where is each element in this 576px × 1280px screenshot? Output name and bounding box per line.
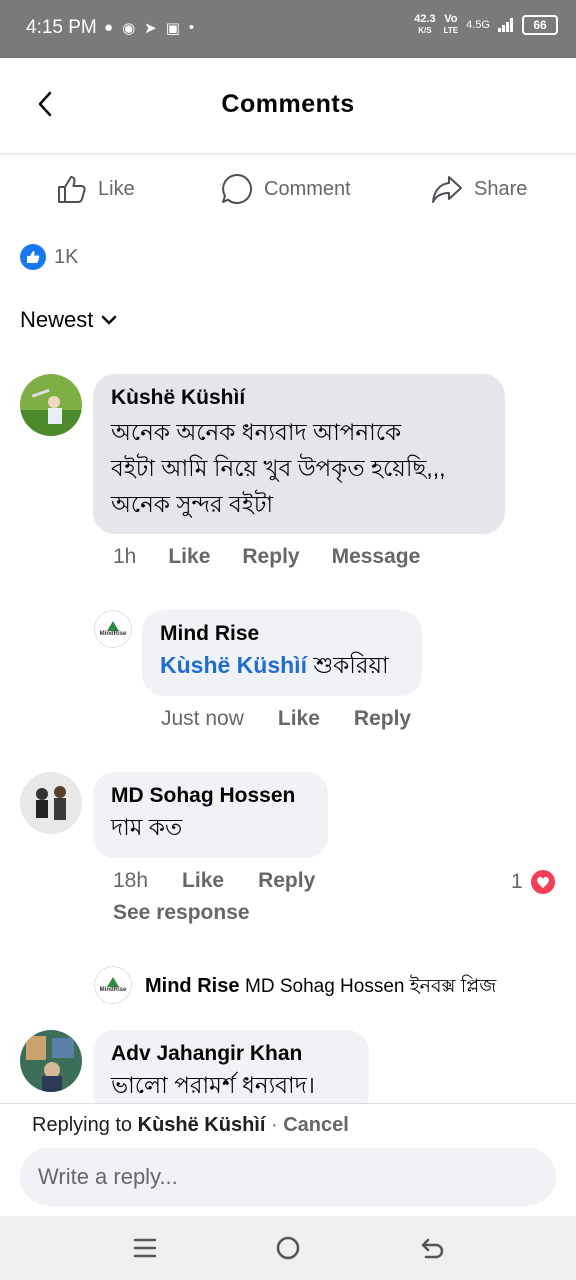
comment-text: ভালো পরামর্শ ধন্যবাদ। bbox=[111, 1072, 316, 1098]
signal-icon bbox=[498, 18, 513, 32]
thumbs-up-icon bbox=[58, 176, 86, 203]
reply-composer: Replying to Kùshë Küshìí · Cancel Write … bbox=[0, 1103, 576, 1216]
like-reaction-icon bbox=[20, 244, 46, 270]
volte-indicator: Vo LTE bbox=[443, 13, 459, 36]
status-bar: 4:15 PM ● ◉ ➤ ▣ • 42.3 K/S Vo LTE 4.5G 6… bbox=[0, 0, 576, 58]
system-nav-bar bbox=[0, 1216, 576, 1280]
mindrise-logo: MindRise bbox=[94, 966, 132, 1004]
back-icon[interactable] bbox=[418, 1234, 446, 1262]
like-label: Like bbox=[98, 177, 135, 200]
reply-input[interactable]: Write a reply... bbox=[20, 1148, 556, 1206]
comment-text: দাম কত bbox=[111, 814, 183, 840]
chevron-down-icon bbox=[102, 315, 117, 325]
avatar[interactable] bbox=[20, 374, 82, 436]
comment-reply-button[interactable]: Reply bbox=[354, 707, 411, 731]
sort-dropdown[interactable]: Newest bbox=[20, 307, 117, 333]
share-icon bbox=[432, 176, 462, 203]
reply-preview-text: MD Sohag Hossen ইনবক্স প্লিজ bbox=[245, 976, 497, 997]
comment-author[interactable]: Mind Rise bbox=[160, 622, 404, 646]
see-response-link[interactable]: See response bbox=[113, 901, 250, 925]
notification-icons: ● ◉ ➤ ▣ • bbox=[104, 19, 194, 37]
reply-preview[interactable]: Mind Rise MD Sohag Hossen ইনবক্স প্লিজ bbox=[145, 972, 496, 1004]
comment-icon bbox=[222, 173, 252, 204]
network-type: 4.5G bbox=[466, 18, 490, 31]
comment-time: Just now bbox=[161, 707, 244, 730]
reply-preview-author: Mind Rise bbox=[145, 975, 240, 997]
comment-like-button[interactable]: Like bbox=[168, 545, 210, 569]
comment-bubble[interactable]: Kùshë Küshìí অনেক অনেক ধন্যবাদ আপনাকে বই… bbox=[93, 374, 505, 534]
avatar[interactable] bbox=[20, 1030, 82, 1092]
comment-line: বইটা আমি নিয়ে খুব উপকৃত হয়েছি,,, bbox=[111, 455, 446, 481]
comment-meta: Just now Like Reply bbox=[161, 707, 411, 731]
comment-time: 18h bbox=[113, 869, 149, 892]
comment-bubble[interactable]: MD Sohag Hossen দাম কত bbox=[93, 772, 328, 858]
like-button[interactable]: Like bbox=[54, 172, 135, 206]
comment-line: অনেক অনেক ধন্যবাদ আপনাকে bbox=[111, 419, 402, 445]
share-label: Share bbox=[474, 177, 528, 200]
status-time: 4:15 PM bbox=[26, 17, 97, 38]
chat-icon: ● bbox=[104, 19, 114, 36]
post-actions: Like Comment Share bbox=[0, 172, 576, 218]
facebook-icon: ▣ bbox=[165, 20, 180, 37]
comment-bubble[interactable]: Mind Rise Kùshë Küshìí শুকরিয়া bbox=[142, 610, 422, 696]
comment-time: 1h bbox=[113, 545, 137, 568]
telegram-icon: ➤ bbox=[144, 20, 157, 37]
network-speed: 42.3 K/S bbox=[414, 13, 436, 36]
avatar[interactable]: MindRise bbox=[94, 966, 132, 1004]
recent-apps-icon[interactable] bbox=[131, 1234, 159, 1262]
home-icon[interactable] bbox=[274, 1234, 302, 1262]
cancel-reply-button[interactable]: Cancel bbox=[283, 1114, 349, 1136]
dot-icon: • bbox=[188, 19, 195, 36]
comment-like-button[interactable]: Like bbox=[278, 707, 320, 731]
comment-text-body: শুকরিয়া bbox=[313, 652, 389, 678]
mindrise-logo: MindRise bbox=[94, 610, 132, 648]
avatar[interactable] bbox=[20, 772, 82, 834]
comment-message-button[interactable]: Message bbox=[332, 545, 421, 569]
comment-reply-button[interactable]: Reply bbox=[242, 545, 299, 569]
comment-reply-button[interactable]: Reply bbox=[258, 869, 315, 893]
replying-to-name: Kùshë Küshìí bbox=[137, 1114, 266, 1136]
comment-line: অনেক সুন্দর বইটা bbox=[111, 491, 274, 517]
status-indicators: 42.3 K/S Vo LTE 4.5G 66 bbox=[414, 14, 558, 36]
comment-like-button[interactable]: Like bbox=[182, 869, 224, 893]
comment-label: Comment bbox=[264, 177, 351, 200]
comment-meta: 18h Like Reply bbox=[113, 869, 315, 893]
battery-icon: 66 bbox=[522, 15, 558, 35]
comment-author[interactable]: MD Sohag Hossen bbox=[111, 784, 310, 808]
mention-link[interactable]: Kùshë Küshìí bbox=[160, 652, 307, 678]
reaction-summary[interactable]: 1K bbox=[20, 244, 78, 270]
replying-to: Replying to Kùshë Küshìí · Cancel bbox=[32, 1114, 349, 1136]
comment-meta: 1h Like Reply Message bbox=[113, 545, 420, 569]
messenger-icon: ◉ bbox=[122, 20, 136, 37]
avatar[interactable]: MindRise bbox=[94, 610, 132, 648]
comment-author[interactable]: Kùshë Küshìí bbox=[111, 386, 487, 410]
reaction-count: 1K bbox=[54, 245, 79, 268]
comment-button[interactable]: Comment bbox=[220, 172, 351, 206]
share-button[interactable]: Share bbox=[430, 172, 527, 206]
comment-text: Kùshë Küshìí শুকরিয়া bbox=[160, 650, 404, 680]
header: Comments bbox=[0, 58, 576, 154]
page-title: Comments bbox=[221, 90, 355, 118]
heart-icon bbox=[528, 868, 557, 896]
comment-reactions[interactable]: 1 bbox=[511, 868, 557, 896]
sort-label: Newest bbox=[20, 307, 94, 332]
reaction-count: 1 bbox=[511, 870, 523, 893]
comment-author[interactable]: Adv Jahangir Khan bbox=[111, 1042, 351, 1066]
